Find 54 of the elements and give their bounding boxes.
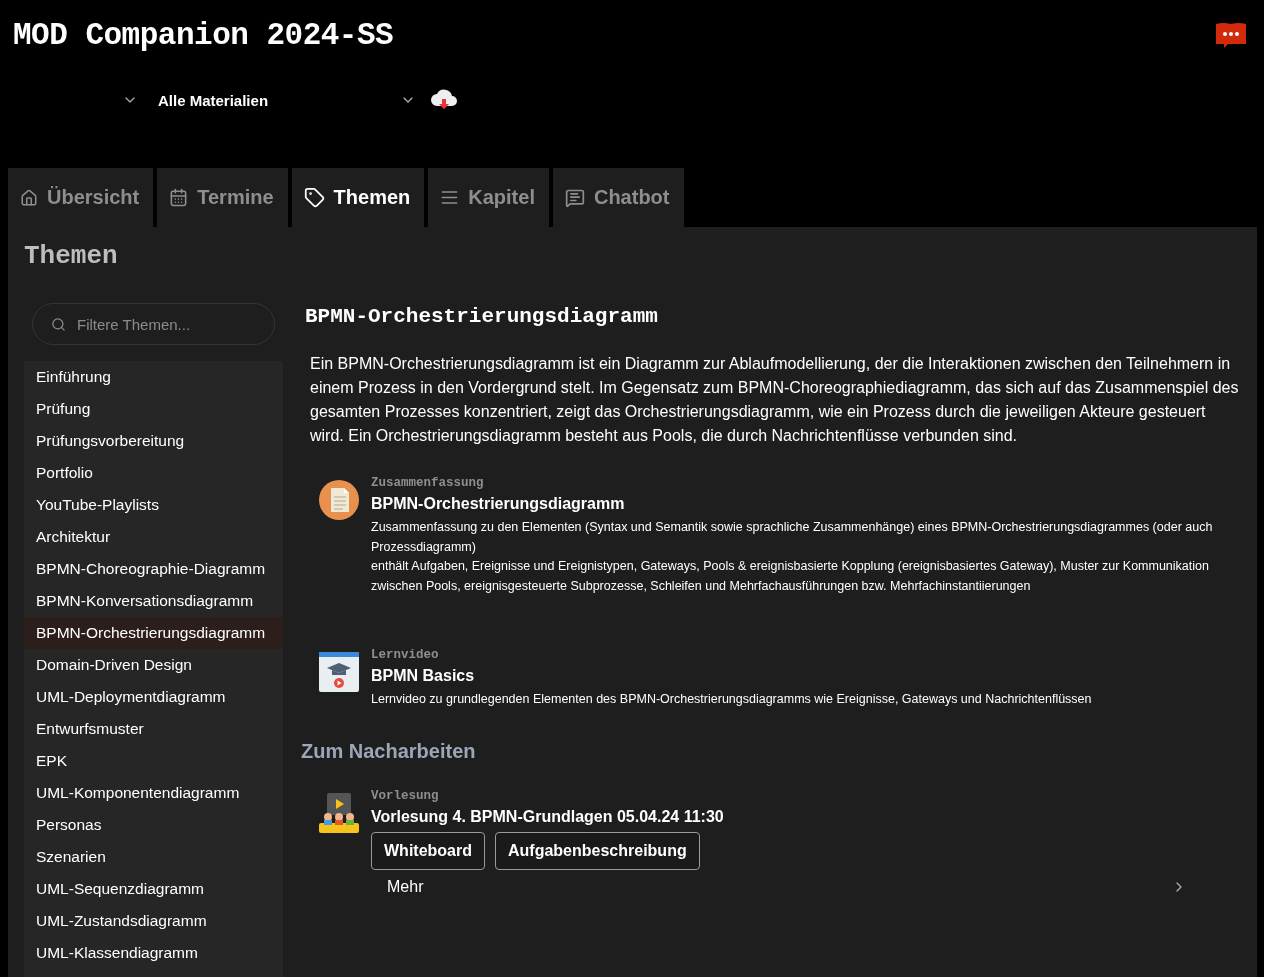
material-category: Vorlesung	[371, 788, 440, 803]
topic-item[interactable]: Prüfungsvorbereitung	[24, 425, 283, 457]
link-button[interactable]: Whiteboard	[371, 831, 485, 870]
chat-icon	[564, 187, 585, 208]
topic-item[interactable]: Entwurfsmuster	[24, 713, 283, 745]
topic-item[interactable]: BPMN-Orchestrierungsdiagramm	[24, 617, 283, 649]
search-icon	[51, 317, 66, 332]
cloud-download-icon[interactable]	[430, 88, 458, 112]
topic-item[interactable]: BPMN-Konversationsdiagramm	[24, 585, 283, 617]
search-field[interactable]: Filtere Themen...	[32, 303, 275, 345]
material-title[interactable]: BPMN Basics	[371, 667, 1092, 685]
material-title[interactable]: BPMN-Orchestrierungsdiagramm	[371, 495, 1241, 513]
material-dropdown[interactable]: Alle Materialien	[152, 84, 422, 116]
topic-item[interactable]: Personas	[24, 809, 283, 841]
tab[interactable]: Themen	[291, 168, 425, 227]
material-description: Zusammenfassung zu den Elementen (Syntax und Semantik sowie sprachliche Zusammenhänge) eines BPMN-Orchestrierungsdiagrammes (oder auch Prozessdiagramm)	[371, 519, 1214, 556]
section-title: Zum Nacharbeiten	[301, 739, 477, 763]
tab[interactable]: Chatbot	[552, 168, 684, 227]
topic-item[interactable]: UML-Komponentendiagramm	[24, 777, 283, 809]
topic-item[interactable]: Prüfung	[24, 393, 283, 425]
topic-item[interactable]: YouTube-Playlists	[24, 489, 283, 521]
material-category: Zusammenfassung	[371, 476, 485, 490]
material-description: Lernvideo zu grundlegenden Elementen des BPMN-Orchestrierungsdiagramms wie Ereignisse, Gateways und Nachrichtenflüssen	[371, 691, 1092, 708]
home-icon	[20, 188, 38, 207]
topic-item[interactable]: UML-Klassendiagramm	[24, 937, 283, 969]
video-lesson-icon	[319, 652, 359, 692]
more-link[interactable]: Mehr	[387, 877, 424, 896]
calendar-icon	[169, 188, 189, 207]
topic-item[interactable]: Portfolio	[24, 457, 283, 489]
tag-icon	[303, 187, 325, 208]
app-title: MOD Companion 2024-SS	[13, 18, 394, 55]
topic-description: Ein BPMN-Orchestrierungsdiagramm ist ein Diagramm zur Ablaufmodellierung, der die Interaktionen zwischen den Teilnehmern in einem Prozess in den Vordergrund stelt. Im Gegensatz zum BPMN-Choreographiediagramm, das sich auf das Zusammenspiel des gesamten Prozesses konzentriert, zeigt das Orchestrierungsdiagramm, wie ein Prozess durch die jeweiligen Akteure gesteuert wird. Ein Orchestrierungsdiagramm besteht aus Pools, die durch Nachrichtenflüsse verbunden sind.	[310, 354, 1240, 446]
tab[interactable]: Übersicht	[8, 168, 154, 227]
topic-item[interactable]: Architektur	[24, 521, 283, 553]
link-button[interactable]: Aufgabenbeschreibung	[495, 831, 700, 870]
tab[interactable]: Termine	[157, 168, 288, 227]
tab[interactable]: Kapitel	[428, 168, 549, 227]
topic-item[interactable]: UML-Zustandsdiagramm	[24, 905, 283, 937]
topic-item[interactable]: Szenarien	[24, 841, 283, 873]
lines-icon	[440, 188, 460, 207]
lecture-audience-icon	[319, 792, 359, 833]
chat-bubble-icon[interactable]	[1215, 22, 1247, 48]
topic-item[interactable]: BPMN-Choreographie-Diagramm	[24, 553, 283, 585]
topic-title: BPMN-Orchestrierungsdiagramm	[305, 305, 659, 328]
material-title[interactable]: Vorlesung 4. BPMN-Grundlagen 05.04.24 11:30	[371, 807, 1187, 826]
material-category: Lernvideo	[371, 648, 440, 662]
material-description: enthält Aufgaben, Ereignisse und Ereignistypen, Gateways, Pools & ereignisbasierte Kopplung (ereignisbasiertes Gateway), Muster zur Kommunikation zwischen Pools, ereignisgesteuerte Subprozesse, Schleifen und Mehrfachausführungen bzw. Mehrfachinstantiierungen	[371, 558, 1210, 595]
topic-item[interactable]: Einführung	[24, 361, 283, 393]
topic-item[interactable]: EPK	[24, 745, 283, 777]
document-icon	[319, 480, 359, 520]
topic-item[interactable]: UML-Sequenzdiagramm	[24, 873, 283, 905]
panel-title: Themen	[24, 241, 119, 271]
topic-item[interactable]: Domain-Driven Design	[24, 649, 283, 681]
topic-item[interactable]: UML-Deploymentdiagramm	[24, 681, 283, 713]
